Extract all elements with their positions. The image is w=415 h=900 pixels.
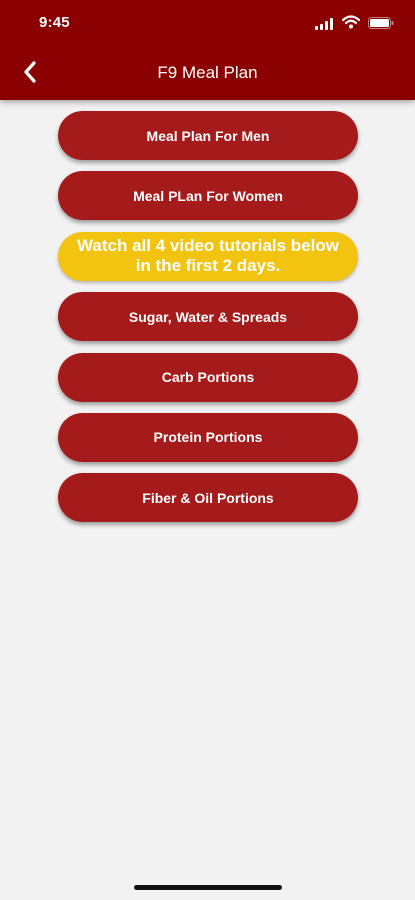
sugar-water-spreads-button[interactable]: Sugar, Water & Spreads [58, 292, 358, 342]
page-title: F9 Meal Plan [157, 63, 258, 82]
wifi-icon [341, 15, 361, 34]
home-indicator[interactable] [134, 885, 282, 890]
protein-portions-button[interactable]: Protein Portions [58, 412, 358, 462]
fiber-oil-portions-button[interactable]: Fiber & Oil Portions [58, 473, 358, 523]
status-time: 9:45 [39, 14, 70, 31]
meal-plan-women-button[interactable]: Meal PLan For Women [58, 171, 358, 221]
meal-plan-menu: Meal Plan For Men Meal PLan For Women Wa… [58, 111, 358, 534]
carb-portions-button[interactable]: Carb Portions [58, 352, 358, 402]
status-bar: 9:45 [0, 0, 415, 44]
meal-plan-men-button[interactable]: Meal Plan For Men [58, 111, 358, 160]
cellular-signal-icon [315, 17, 334, 35]
video-tutorials-notice: Watch all 4 video tutorials below in the… [58, 231, 358, 281]
battery-icon [368, 16, 394, 34]
app-header: 9:45 F9 Meal Plan [0, 0, 415, 100]
navigation-bar: F9 Meal Plan [0, 44, 415, 100]
